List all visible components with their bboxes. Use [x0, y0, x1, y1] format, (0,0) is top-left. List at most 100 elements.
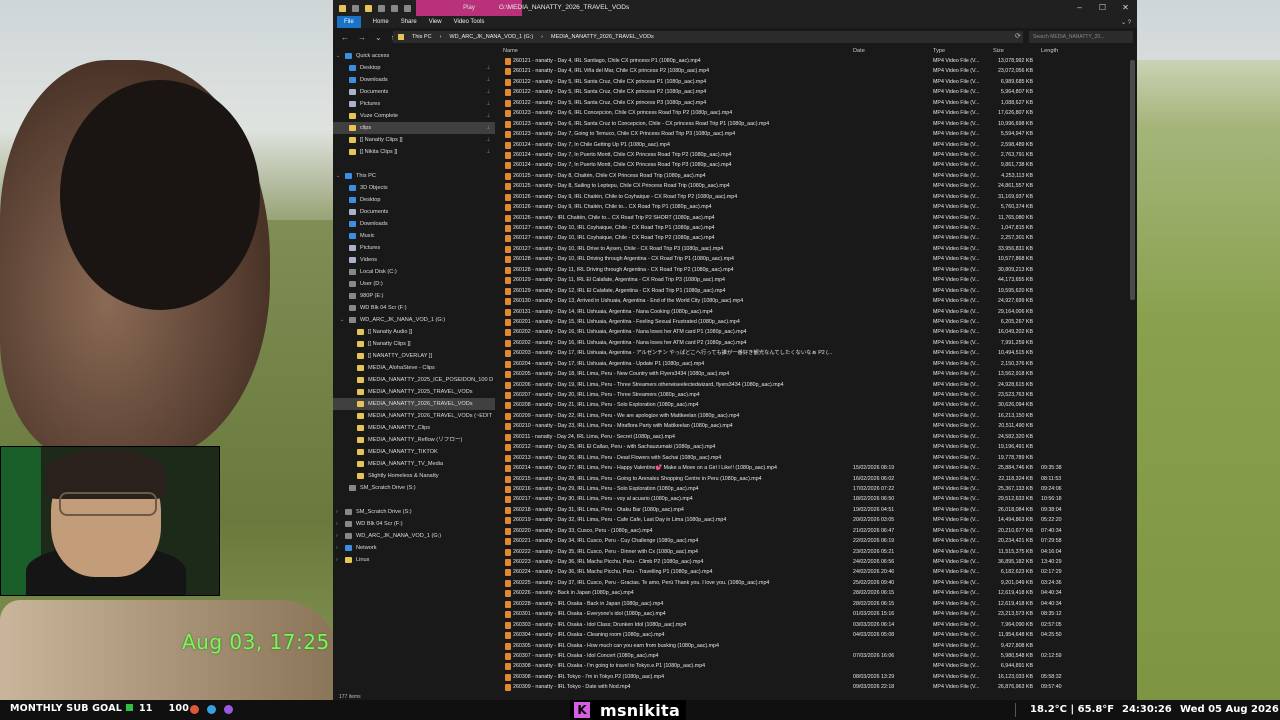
- file-row[interactable]: 260122 - nanatty - Day 5, IRL Santa Cruz…: [499, 77, 1129, 87]
- file-row[interactable]: 260122 - nanatty - Day 5, IRL Santa Cruz…: [499, 98, 1129, 108]
- nav-item[interactable]: [[ Nanatty Audio ]]: [333, 326, 495, 338]
- nav-item[interactable]: clips ⊥: [333, 122, 495, 134]
- nav-item[interactable]: MEDIA_NANATTY_Clips: [333, 422, 495, 434]
- pin-icon[interactable]: ⊥: [486, 86, 490, 98]
- nav-item[interactable]: Desktop: [333, 194, 495, 206]
- nav-item[interactable]: [[ Nanatty Clips ]] ⊥: [333, 134, 495, 146]
- file-row[interactable]: 260121 - nanatty - Day 4, IRL Santiago, …: [499, 56, 1129, 66]
- tab-share[interactable]: Share: [401, 19, 417, 25]
- file-row[interactable]: 260207 - nanatty - Day 20, IRL Lima, Per…: [499, 390, 1129, 400]
- expand-chevron-icon[interactable]: ›: [336, 506, 338, 518]
- properties-icon[interactable]: [352, 4, 359, 12]
- file-row[interactable]: 260130 - nanatty - Day 13, Arrived in Us…: [499, 296, 1129, 306]
- undo-icon[interactable]: [378, 4, 385, 12]
- search-input[interactable]: Search MEDIA_NANATTY_20...: [1029, 31, 1133, 43]
- nav-item[interactable]: 980P (E:): [333, 290, 495, 302]
- tab-view[interactable]: View: [429, 19, 442, 25]
- file-row[interactable]: 260128 - nanatty - Day 10, IRL Driving t…: [499, 254, 1129, 264]
- nav-item[interactable]: MEDIA_NANATTY_2026_TRAVEL_VODs (~EDIT: [333, 410, 495, 422]
- file-row[interactable]: 260304 - nanatty - IRL Osaka - Cleaning …: [499, 630, 1129, 640]
- minimize-button[interactable]: –: [1068, 0, 1091, 16]
- file-row[interactable]: 260202 - nanatty - Day 16, IRL Ushuaia, …: [499, 338, 1129, 348]
- pin-icon[interactable]: ⊥: [486, 146, 490, 158]
- nav-item[interactable]: › Network: [333, 542, 495, 554]
- close-button[interactable]: ✕: [1114, 0, 1137, 16]
- vertical-scrollbar[interactable]: [1130, 60, 1135, 300]
- nav-item[interactable]: ⌄ WD_ARC_JK_NANA_VOD_1 (G:): [333, 314, 495, 326]
- pin-icon[interactable]: ⊥: [486, 98, 490, 110]
- file-row[interactable]: 260202 - nanatty - Day 16, IRL Ushuaia, …: [499, 327, 1129, 337]
- file-row[interactable]: 260128 - nanatty - Day 11, IRL Driving t…: [499, 265, 1129, 275]
- file-row[interactable]: 260121 - nanatty - Day 4, IRL Viña del M…: [499, 66, 1129, 76]
- expand-chevron-icon[interactable]: ›: [336, 554, 338, 566]
- breadcrumb-this-pc[interactable]: This PC: [412, 34, 432, 40]
- file-row[interactable]: 260212 - nanatty - Day 25, IRL El Callao…: [499, 442, 1129, 452]
- check-icon[interactable]: [404, 4, 411, 12]
- file-row[interactable]: 260124 - nanatty - Day 7, In Chile Getti…: [499, 140, 1129, 150]
- file-row[interactable]: 260125 - nanatty - Day 8, Chaitén, Chile…: [499, 171, 1129, 181]
- nav-item[interactable]: MEDIA_NANATTY_2025_TRAVEL_VODs: [333, 386, 495, 398]
- address-bar[interactable]: This PC › WD_ARC_JK_NANA_VOD_1 (G:) › ME…: [393, 31, 1023, 43]
- nav-item[interactable]: MEDIA_NANATTY_2025_ICE_POSEIDON_100 D: [333, 374, 495, 386]
- nav-item[interactable]: Slightly Homeless & Nanatty: [333, 470, 495, 482]
- file-row[interactable]: 260209 - nanatty - Day 22, IRL Lima, Per…: [499, 411, 1129, 421]
- nav-item[interactable]: › WD Blk 04 Scr (F:): [333, 518, 495, 530]
- expand-chevron-icon[interactable]: ⌄: [336, 170, 340, 182]
- file-row[interactable]: 260126 - nanatty - IRL Chaitén, Chile to…: [499, 213, 1129, 223]
- maximize-button[interactable]: ☐: [1091, 0, 1114, 16]
- tab-video-tools[interactable]: Video Tools: [454, 19, 485, 25]
- nav-item[interactable]: Downloads ⊥: [333, 74, 495, 86]
- file-row[interactable]: 260225 - nanatty - Day 37, IRL Cusco, Pe…: [499, 578, 1129, 588]
- nav-item[interactable]: MEDIA_AlohaSteve - Clips: [333, 362, 495, 374]
- nav-item[interactable]: MEDIA_NANATTY_TV_Media: [333, 458, 495, 470]
- nav-item[interactable]: Videos: [333, 254, 495, 266]
- file-row[interactable]: 260127 - nanatty - Day 10, IRL Coyhaique…: [499, 233, 1129, 243]
- expand-chevron-icon[interactable]: ›: [336, 530, 338, 542]
- nav-item[interactable]: Music: [333, 230, 495, 242]
- file-row[interactable]: 260124 - nanatty - Day 7, In Puerto Mont…: [499, 160, 1129, 170]
- pin-icon[interactable]: ⊥: [486, 74, 490, 86]
- file-row[interactable]: 260309 - nanatty - IRL Tokyo - Date with…: [499, 682, 1129, 692]
- file-row[interactable]: 260126 - nanatty - Day 9, IRL Chaitén, C…: [499, 202, 1129, 212]
- nav-item[interactable]: [[ NANATTY_OVERLAY ]]: [333, 350, 495, 362]
- file-row[interactable]: 260131 - nanatty - Day 14, IRL Ushuaia, …: [499, 307, 1129, 317]
- nav-item[interactable]: Downloads: [333, 218, 495, 230]
- breadcrumb-drive[interactable]: WD_ARC_JK_NANA_VOD_1 (G:): [449, 34, 533, 40]
- file-row[interactable]: 260123 - nanatty - Day 6, IRL Santa Cruz…: [499, 119, 1129, 129]
- nav-item[interactable]: Desktop ⊥: [333, 62, 495, 74]
- file-row[interactable]: 260308 - nanatty - IRL Tokyo - I'm in To…: [499, 672, 1129, 682]
- file-row[interactable]: 260129 - nanatty - Day 12, IRL El Calafa…: [499, 286, 1129, 296]
- file-row[interactable]: 260216 - nanatty - Day 29, IRL Lima, Per…: [499, 484, 1129, 494]
- column-date[interactable]: Date: [853, 48, 865, 54]
- new-folder-icon[interactable]: [365, 4, 372, 12]
- file-row[interactable]: 260124 - nanatty - Day 7, In Puerto Mont…: [499, 150, 1129, 160]
- refresh-icon[interactable]: ⟳: [1015, 32, 1021, 40]
- file-row[interactable]: 260203 - nanatty - Day 17, IRL Ushuaia, …: [499, 348, 1129, 358]
- nav-item[interactable]: WD Blk 04 Scr (F:): [333, 302, 495, 314]
- pin-icon[interactable]: ⊥: [486, 134, 490, 146]
- breadcrumb-current-folder[interactable]: MEDIA_NANATTY_2026_TRAVEL_VODs: [551, 34, 654, 40]
- file-row[interactable]: 260129 - nanatty - Day 11, IRL El Calafa…: [499, 275, 1129, 285]
- nav-item[interactable]: MEDIA_NANATTY_Reflow (リフロー): [333, 434, 495, 446]
- file-row[interactable]: 260226 - nanatty - Back in Japan (1080p_…: [499, 588, 1129, 598]
- nav-item[interactable]: Documents: [333, 206, 495, 218]
- file-row[interactable]: 260122 - nanatty - Day 5, IRL Santa Cruz…: [499, 87, 1129, 97]
- file-row[interactable]: 260211 - nanatty - Day 24, IRL Lima, Per…: [499, 432, 1129, 442]
- expand-chevron-icon[interactable]: ⌄: [340, 314, 344, 326]
- nav-item[interactable]: Local Disk (C:): [333, 266, 495, 278]
- expand-chevron-icon[interactable]: ⌄: [336, 50, 340, 62]
- file-row[interactable]: 260218 - nanatty - Day 31, IRL Lima, Per…: [499, 505, 1129, 515]
- file-row[interactable]: 260221 - nanatty - Day 34, IRL Cusco, Pe…: [499, 536, 1129, 546]
- nav-item[interactable]: SM_Scratch Drive (S:): [333, 482, 495, 494]
- nav-item[interactable]: Pictures: [333, 242, 495, 254]
- nav-item[interactable]: › SM_Scratch Drive (S:): [333, 506, 495, 518]
- redo-icon[interactable]: [391, 4, 398, 12]
- file-row[interactable]: 260213 - nanatty - Day 26, IRL Lima, Per…: [499, 453, 1129, 463]
- file-row[interactable]: 260217 - nanatty - Day 30, IRL Lima, Per…: [499, 494, 1129, 504]
- file-row[interactable]: 260228 - nanatty - IRL Osaka - Back in J…: [499, 599, 1129, 609]
- tab-home[interactable]: Home: [373, 19, 389, 25]
- file-row[interactable]: 260224 - nanatty - Day 36, IRL Machu Pic…: [499, 567, 1129, 577]
- file-row[interactable]: 260220 - nanatty - Day 33, Cusco, Peru -…: [499, 526, 1129, 536]
- file-row[interactable]: 260123 - nanatty - Day 7, Going to Temuc…: [499, 129, 1129, 139]
- file-row[interactable]: 260127 - nanatty - Day 10, IRL Drive to …: [499, 244, 1129, 254]
